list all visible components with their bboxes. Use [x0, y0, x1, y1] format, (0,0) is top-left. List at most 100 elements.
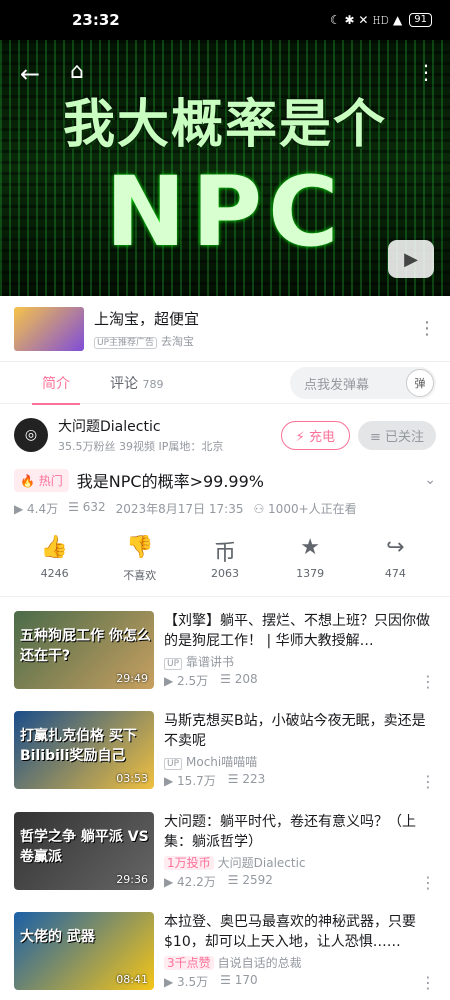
home-icon[interactable]: ⌂ — [70, 59, 84, 84]
status-icons: ☾ ✱ ✕ 𝙷𝙳 ▲ 91 — [330, 13, 432, 28]
more-icon[interactable]: ⋮ — [420, 672, 436, 691]
tab-intro[interactable]: 简介 — [32, 373, 80, 405]
rec-views-value: 2.5万 — [177, 674, 209, 688]
rec-up-name: Mochi喵喵喵 — [186, 755, 258, 769]
charge-button[interactable]: ⚡ 充电 — [280, 420, 350, 450]
thumb-down-icon: 👎 — [126, 535, 154, 560]
favorite-button[interactable]: ★ 1379 — [278, 535, 342, 583]
rec-uploader: UP Mochi喵喵喵 — [164, 753, 436, 770]
share-icon: ↪ — [386, 535, 405, 560]
ad-title: 上淘宝，超便宜 — [94, 310, 200, 328]
thumbnail-text: 哲学之争 躺平派 VS 卷赢派 — [20, 829, 149, 865]
duration: 29:36 — [116, 873, 148, 886]
rec-views-value: 3.5万 — [177, 975, 209, 989]
fans-count: 35.5万粉丝 — [58, 440, 116, 453]
coin-icon: 币 — [213, 541, 236, 566]
ad-thumbnail — [14, 306, 84, 351]
uploader-name[interactable]: 大问题Dialectic — [58, 416, 223, 436]
hot-label: 热门 — [38, 473, 63, 488]
chevron-down-icon[interactable]: ⌄ — [424, 472, 436, 488]
danmaku-value: 632 — [82, 500, 106, 514]
rec-danmaku-value: 223 — [242, 772, 266, 786]
publish-date: 2023年8月17日 17:35 — [115, 502, 244, 516]
video-title-line1: 我大概率是个 — [62, 95, 387, 155]
rec-danmaku: ☰ 223 — [227, 772, 266, 786]
divider — [0, 596, 450, 597]
tab-comments[interactable]: 评论 789 — [110, 373, 163, 393]
list-item[interactable]: 打赢扎克伯格 买下Bilibili奖励自己 03:53 马斯克想买B站，小破站今… — [0, 711, 450, 797]
like-count: 4246 — [40, 567, 69, 580]
follow-button[interactable]: ≡ 已关注 — [357, 420, 436, 450]
back-arrow-icon[interactable]: ← — [20, 60, 40, 88]
more-icon[interactable]: ⋮ — [416, 60, 436, 84]
rec-views: ▶ 2.5万 — [164, 674, 209, 688]
clock: 23:32 — [72, 11, 120, 29]
rec-pill: 3千点赞 — [164, 956, 214, 970]
ad-tag: UP主推荐广告 — [94, 337, 158, 349]
thumbnail-text: 打赢扎克伯格 买下Bilibili奖励自己 — [20, 728, 137, 764]
avatar[interactable]: ◎ — [14, 418, 48, 452]
rec-uploader: 3千点赞 自说自话的总裁 — [164, 954, 436, 971]
rec-danmaku-value: 170 — [234, 973, 258, 987]
coin-count: 2063 — [210, 567, 239, 580]
rec-uploader: UP 靠谱讲书 — [164, 653, 436, 670]
rec-views: ▶ 42.2万 — [164, 875, 216, 889]
more-icon[interactable]: ⋮ — [420, 772, 436, 791]
rec-danmaku-value: 208 — [234, 672, 258, 686]
list-item[interactable]: 五种狗屁工作 你怎么还在干? 29:49 【刘擎】躺平、摆烂、不想上班？只因你做… — [0, 611, 450, 697]
rec-danmaku: ☰ 2592 — [227, 873, 273, 887]
rec-views: ▶ 15.7万 — [164, 774, 216, 788]
view-count: ▶ 4.4万 — [14, 502, 59, 516]
rec-danmaku: ☰ 208 — [220, 672, 258, 686]
like-button[interactable]: 👍 4246 — [23, 535, 87, 583]
rec-danmaku: ☰ 170 — [220, 973, 258, 987]
duration: 08:41 — [116, 973, 148, 986]
rec-uploader: 1万投币 大问题Dialectic — [164, 854, 436, 871]
watching-value: 1000+人正在看 — [268, 502, 357, 516]
status-bar: 23:32 ☾ ✱ ✕ 𝙷𝙳 ▲ 91 — [0, 0, 450, 40]
rec-views: ▶ 3.5万 — [164, 975, 209, 989]
signal-icons: ☾ ✱ ✕ 𝙷𝙳 ▲ — [329, 12, 403, 27]
comments-label: 评论 — [110, 375, 138, 392]
video-player[interactable]: 我大概率是个 NPC ← ⌂ ⋮ ▶ — [0, 40, 450, 296]
action-bar: 👍 4246 👎 不喜欢 币 2063 ★ 1379 ↪ 474 — [0, 535, 450, 583]
list-item[interactable]: 大佬的 武器 08:41 本拉登、奥巴马最喜欢的神秘武器，只要$10，却可以上天… — [0, 912, 450, 998]
duration: 03:53 — [116, 772, 148, 785]
hot-badge: 🔥 热门 — [14, 468, 69, 492]
danmaku-input[interactable]: 点我发弹幕 弹 — [290, 367, 436, 399]
rec-title: 大问题：躺平时代，卷还有意义吗？（上集：躺派哲学） — [164, 814, 416, 850]
video-title-row: 🔥 热门 我是NPC的概率>99.99% ⌄ — [0, 468, 450, 492]
video-title-line2: NPC — [105, 156, 345, 268]
charge-label: 充电 — [308, 429, 335, 445]
follow-label: 已关注 — [384, 429, 424, 445]
more-icon[interactable]: ⋮ — [420, 973, 436, 992]
ad-banner[interactable]: 上淘宝，超便宜 UP主推荐广告 去淘宝 ⋮ — [0, 296, 450, 362]
danmaku-toggle-icon[interactable]: 弹 — [406, 369, 434, 397]
video-title: 我是NPC的概率>99.99% — [76, 472, 264, 491]
rec-danmaku-value: 2592 — [242, 873, 273, 887]
rec-up-name: 大问题Dialectic — [217, 856, 306, 870]
thumb-up-icon: 👍 — [40, 535, 69, 560]
more-icon[interactable]: ⋮ — [420, 873, 436, 892]
share-button[interactable]: ↪ 474 — [363, 535, 427, 583]
list-item[interactable]: 哲学之争 躺平派 VS 卷赢派 29:36 大问题：躺平时代，卷还有意义吗？（上… — [0, 812, 450, 898]
video-count: 39视频 — [119, 440, 155, 453]
ad-source: 去淘宝 — [161, 335, 195, 348]
video-thumbnail: 打赢扎克伯格 买下Bilibili奖励自己 03:53 — [14, 711, 154, 789]
rec-title: 马斯克想买B站，小破站今夜无眠，卖还是不卖呢 — [164, 713, 426, 749]
watching-now: ⚇ 1000+人正在看 — [253, 502, 357, 516]
views-value: 4.4万 — [27, 502, 59, 516]
play-tv-icon[interactable]: ▶ — [388, 240, 434, 278]
dislike-button[interactable]: 👎 不喜欢 — [108, 535, 172, 583]
ip-location: IP属地：北京 — [158, 440, 224, 453]
content-tabs: 简介 评论 789 点我发弹幕 弹 — [0, 362, 450, 405]
ad-menu-icon[interactable]: ⋮ — [418, 318, 436, 339]
rec-pill: 1万投币 — [164, 856, 214, 870]
battery-icon: 91 — [409, 13, 432, 27]
share-count: 474 — [384, 567, 406, 580]
video-thumbnail: 大佬的 武器 08:41 — [14, 912, 154, 990]
rec-up-name: 自说自话的总裁 — [217, 956, 302, 970]
video-thumbnail: 五种狗屁工作 你怎么还在干? 29:49 — [14, 611, 154, 689]
dislike-label: 不喜欢 — [123, 569, 157, 582]
coin-button[interactable]: 币 2063 — [193, 535, 257, 583]
